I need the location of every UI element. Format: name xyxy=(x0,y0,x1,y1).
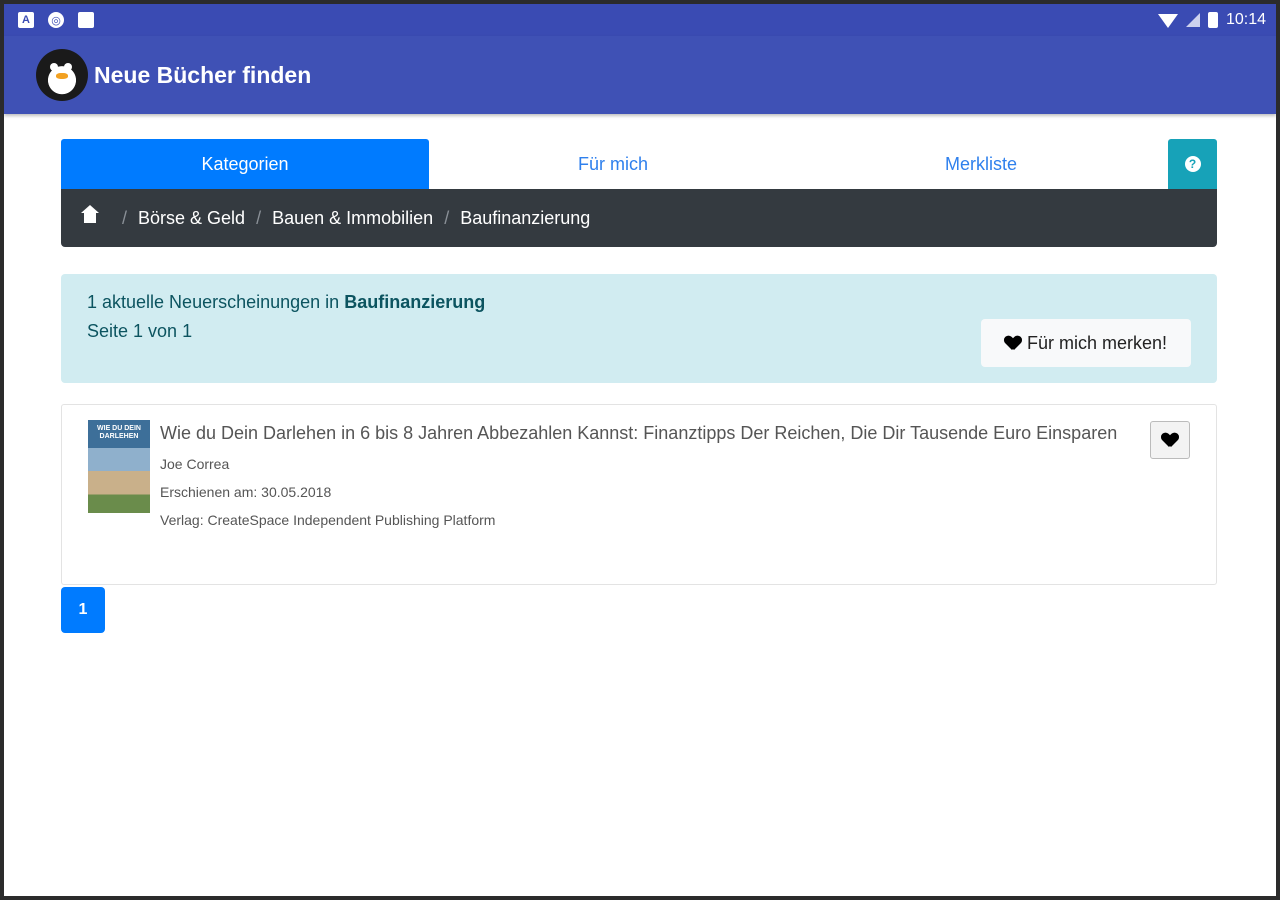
breadcrumb: / Börse & Geld / Bauen & Immobilien / Ba… xyxy=(61,189,1217,247)
book-cover-image[interactable]: WIE DU DEIN DARLEHEN xyxy=(88,420,150,513)
app-bar: Neue Bücher finden xyxy=(4,36,1276,114)
breadcrumb-item-bauen-immobilien[interactable]: Bauen & Immobilien xyxy=(272,208,433,229)
book-title[interactable]: Wie du Dein Darlehen in 6 bis 8 Jahren A… xyxy=(160,419,1120,448)
breadcrumb-separator: / xyxy=(256,207,262,228)
app-title: Neue Bücher finden xyxy=(94,61,312,88)
status-right-icons: 10:14 xyxy=(1157,11,1266,29)
sd-card-icon xyxy=(78,12,94,28)
help-button[interactable]: ? xyxy=(1168,139,1217,189)
breadcrumb-item-boerse-geld[interactable]: Börse & Geld xyxy=(138,208,245,229)
breadcrumb-separator: / xyxy=(444,207,450,228)
status-bar: A ◎ 10:14 xyxy=(4,4,1276,36)
battery-icon xyxy=(1207,12,1218,28)
results-category: Baufinanzierung xyxy=(344,292,486,312)
pagination: 1 xyxy=(61,587,1217,633)
breadcrumb-item-baufinanzierung: Baufinanzierung xyxy=(460,207,591,228)
heart-icon xyxy=(1005,336,1021,350)
main-content: Kategorien Für mich Merkliste ? / Börse … xyxy=(61,139,1217,633)
sync-icon: ◎ xyxy=(48,12,64,28)
book-list-item[interactable]: WIE DU DEIN DARLEHEN Wie du Dein Darlehe… xyxy=(61,404,1217,585)
book-author: Joe Correa xyxy=(160,456,230,472)
tab-fuer-mich[interactable]: Für mich xyxy=(429,139,797,189)
question-circle-icon: ? xyxy=(1184,156,1201,172)
info-alert: 1 aktuelle Neuerscheinungen in Baufinanz… xyxy=(61,274,1217,383)
status-time: 10:14 xyxy=(1225,11,1266,28)
save-for-me-button[interactable]: Für mich merken! xyxy=(981,319,1191,367)
tab-merkliste[interactable]: Merkliste xyxy=(797,139,1165,189)
book-info: Wie du Dein Darlehen in 6 bis 8 Jahren A… xyxy=(160,419,1190,528)
book-cover-title: WIE DU DEIN DARLEHEN xyxy=(97,425,141,440)
home-icon[interactable] xyxy=(81,205,99,225)
save-for-me-label: Für mich merken! xyxy=(1026,332,1168,353)
results-summary: 1 aktuelle Neuerscheinungen in Baufinanz… xyxy=(87,292,1191,313)
cell-signal-icon xyxy=(1185,13,1200,27)
book-publisher: Verlag: CreateSpace Independent Publishi… xyxy=(160,512,496,528)
page-button-1[interactable]: 1 xyxy=(61,587,105,633)
notification-a-icon: A xyxy=(18,12,34,28)
tab-kategorien[interactable]: Kategorien xyxy=(61,139,429,189)
tab-bar: Kategorien Für mich Merkliste ? xyxy=(61,139,1217,189)
wifi-icon xyxy=(1157,14,1178,28)
results-count-text: 1 aktuelle Neuerscheinungen in xyxy=(87,292,340,312)
status-left-icons: A ◎ xyxy=(18,12,94,28)
book-published-date: Erschienen am: 30.05.2018 xyxy=(160,484,332,500)
add-to-wishlist-button[interactable] xyxy=(1150,421,1190,459)
breadcrumb-separator: / xyxy=(122,207,128,228)
penguin-logo-icon xyxy=(36,49,88,101)
heart-icon xyxy=(1162,433,1178,447)
